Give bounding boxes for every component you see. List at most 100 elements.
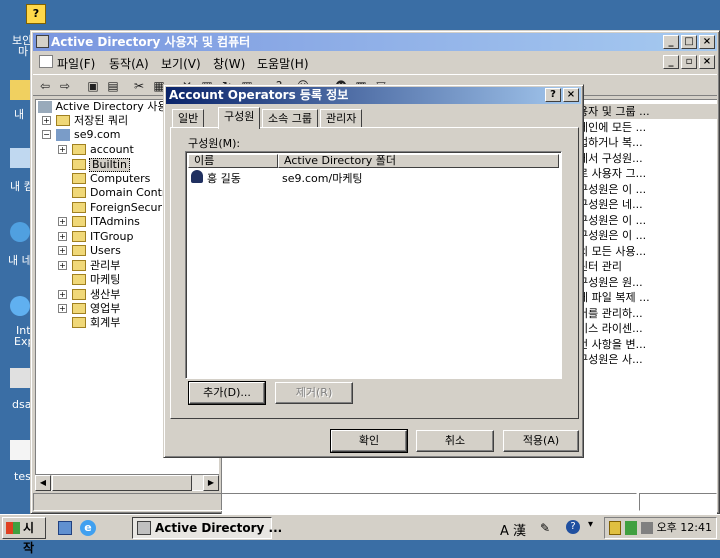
menu-action[interactable]: 동작(A) <box>109 55 149 72</box>
dialog-title-bar[interactable]: Account Operators 등록 정보 ? × <box>166 87 581 104</box>
description-cell[interactable]: 비스 라이센... <box>578 321 718 336</box>
expand-icon[interactable]: + <box>42 116 51 125</box>
quicklaunch-desktop-icon[interactable] <box>58 521 72 535</box>
expand-icon[interactable]: + <box>58 290 67 299</box>
description-cell[interactable]: 업하거나 복... <box>578 135 718 150</box>
taskbar-active-directory-button[interactable]: Active Directory ... <box>132 517 282 539</box>
expand-icon[interactable]: + <box>58 304 67 313</box>
start-button[interactable]: 시작 <box>2 517 46 555</box>
expand-icon[interactable]: + <box>58 246 67 255</box>
ok-button[interactable]: 확인 <box>330 429 408 453</box>
description-cell[interactable]: 에 파일 복제 ... <box>578 290 718 305</box>
description-cell[interactable]: 구성원은 네... <box>578 197 718 212</box>
child-minimize-button[interactable]: _ <box>663 55 679 69</box>
show-tree-icon[interactable]: ▤ <box>105 78 121 94</box>
network-icon[interactable] <box>10 222 30 242</box>
mmc-title-bar[interactable]: Active Directory 사용자 및 컴퓨터 _ □ × <box>33 33 717 51</box>
volume-tray-icon[interactable] <box>625 521 637 535</box>
tab-members[interactable]: 구성원 <box>218 107 261 129</box>
tab-managed-by[interactable]: 관리자 <box>320 109 363 128</box>
expand-icon[interactable]: + <box>58 145 67 154</box>
description-cell[interactable]: 메인에 모든 ... <box>578 120 718 135</box>
column-header-name[interactable]: 이름 <box>188 154 278 168</box>
scroll-thumb[interactable] <box>52 475 192 491</box>
add-button[interactable]: 추가(D)... <box>188 381 266 405</box>
cancel-button[interactable]: 취소 <box>416 430 494 452</box>
ime-indicator[interactable]: A 漢 <box>500 520 526 539</box>
cut-icon[interactable]: ✂ <box>131 78 147 94</box>
collapse-icon[interactable]: − <box>42 130 51 139</box>
up-folder-icon[interactable]: ▣ <box>85 78 101 94</box>
remove-button[interactable]: 제거(R) <box>275 382 353 404</box>
members-label: 구성원(M): <box>188 137 241 150</box>
tree-root[interactable]: Active Directory 사용자 <box>38 100 178 114</box>
menu-window[interactable]: 창(W) <box>213 55 245 72</box>
close-button[interactable]: × <box>699 35 715 49</box>
scroll-right-icon[interactable]: ▶ <box>203 475 219 491</box>
description-cell[interactable]: 구성원은 원... <box>578 275 718 290</box>
description-cell[interactable]: 구성원은 이 ... <box>578 182 718 197</box>
quicklaunch-ie-icon[interactable]: e <box>80 520 96 536</box>
ou-folder-icon <box>72 231 86 242</box>
ou-folder-icon <box>72 274 86 285</box>
tree-horizontal-scrollbar[interactable]: ◀ ▶ <box>35 474 219 491</box>
tab-general[interactable]: 일반 <box>172 109 205 128</box>
expand-icon[interactable]: + <box>58 217 67 226</box>
ou-folder-icon <box>72 303 86 314</box>
user-icon <box>191 170 203 183</box>
description-cell[interactable]: 버를 관리하... <box>578 306 718 321</box>
child-close-button[interactable]: × <box>699 55 715 69</box>
description-cell[interactable]: 로 사용자 그... <box>578 166 718 181</box>
help-icon[interactable]: ? <box>26 4 46 24</box>
ou-folder-icon <box>72 144 86 155</box>
status-cell-main <box>33 493 637 511</box>
dialog-title: Account Operators 등록 정보 <box>169 88 349 102</box>
menu-help[interactable]: 도움말(H) <box>257 55 309 72</box>
tab-member-of[interactable]: 소속 그룹 <box>262 109 318 128</box>
maximize-button[interactable]: □ <box>681 35 697 49</box>
dialog-close-button[interactable]: × <box>563 88 579 102</box>
description-cell[interactable]: 구성원은 이 ... <box>578 213 718 228</box>
forward-icon[interactable]: ⇨ <box>57 78 73 94</box>
ime-menu-icon[interactable]: ▾ <box>588 519 593 530</box>
description-cell[interactable]: 구성원은 사... <box>578 352 718 367</box>
list-item[interactable]: 홍 길동 se9.com/마케팅 <box>190 170 560 185</box>
security-tray-icon[interactable] <box>609 521 621 535</box>
description-cell[interactable]: 구성원은 이 ... <box>578 228 718 243</box>
members-list[interactable]: 이름 Active Directory 폴더 홍 길동 se9.com/마케팅 <box>185 151 562 379</box>
console-icon[interactable] <box>39 55 53 68</box>
description-cell[interactable]: 린터 관리 <box>578 259 718 274</box>
mmc-task-icon <box>137 521 151 535</box>
child-restore-button[interactable]: ▫ <box>681 55 697 69</box>
clock[interactable]: 오후 12:41 <box>657 518 712 538</box>
system-tray: 오후 12:41 <box>604 517 717 539</box>
description-cell[interactable]: 의 모든 사용... <box>578 244 718 259</box>
minimize-button[interactable]: _ <box>663 35 679 49</box>
ou-folder-icon <box>72 187 86 198</box>
help-button[interactable]: ? <box>545 88 561 102</box>
description-cell[interactable]: 용자 및 그룹 ... <box>578 104 718 119</box>
ou-folder-icon <box>72 289 86 300</box>
internet-explorer-icon[interactable] <box>10 296 30 316</box>
documents-icon[interactable] <box>10 80 30 100</box>
file-icon[interactable] <box>10 440 30 460</box>
apply-button[interactable]: 적용(A) <box>503 430 579 452</box>
description-cell[interactable]: 번 사항을 변... <box>578 337 718 352</box>
computer-icon[interactable] <box>10 148 30 168</box>
ime-help-icon[interactable]: ? <box>566 520 580 534</box>
ime-settings-icon[interactable]: ✎ <box>540 521 550 535</box>
menu-view[interactable]: 보기(V) <box>161 55 201 72</box>
menu-bar: 파일(F) 동작(A) 보기(V) 창(W) 도움말(H) _ ▫ × <box>33 52 717 72</box>
expand-icon[interactable]: + <box>58 261 67 270</box>
column-header-folder[interactable]: Active Directory 폴더 <box>278 154 559 168</box>
back-icon[interactable]: ⇦ <box>37 78 53 94</box>
windows-logo-icon <box>6 522 20 534</box>
expand-icon[interactable]: + <box>58 232 67 241</box>
menu-file[interactable]: 파일(F) <box>57 55 95 72</box>
shortcut-icon[interactable] <box>10 368 30 388</box>
scroll-left-icon[interactable]: ◀ <box>35 475 51 491</box>
description-cell[interactable]: 에서 구성원... <box>578 151 718 166</box>
mmc-title: Active Directory 사용자 및 컴퓨터 <box>51 35 251 49</box>
taskbar: 시작 e Active Directory ... A 漢 ✎ ? ▾ 오후 1… <box>0 514 720 555</box>
network-tray-icon[interactable] <box>641 522 653 534</box>
